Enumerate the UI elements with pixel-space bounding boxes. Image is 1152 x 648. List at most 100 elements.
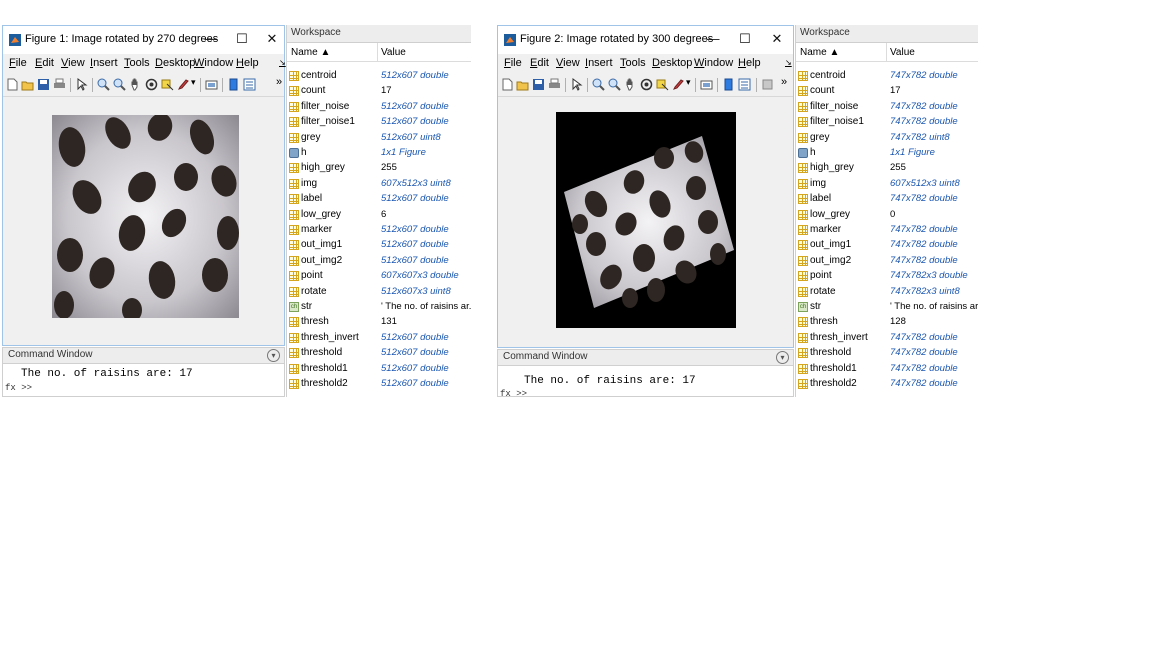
workspace-row-threshold2[interactable]: threshold2 747x782 double [796,377,978,392]
workspace-row-img[interactable]: img 607x512x3 uint8 [287,177,471,192]
workspace-row-img[interactable]: img 607x512x3 uint8 [796,177,978,192]
link-plot-icon[interactable] [700,78,713,91]
column-divider[interactable] [377,43,378,61]
column-name-header[interactable]: Name ▲ [800,47,839,58]
menu-file[interactable]: File [504,57,522,69]
menu-help[interactable]: Help [236,57,259,69]
menu-edit[interactable]: Edit [530,57,549,69]
workspace-row-grey[interactable]: grey 747x782 uint8 [796,131,978,146]
workspace-row-label[interactable]: label 747x782 double [796,192,978,207]
open-folder-icon[interactable] [21,78,34,91]
new-figure-icon[interactable] [6,78,19,91]
workspace-row-rotate[interactable]: rotate 747x782x3 uint8 [796,285,978,300]
workspace-row-str[interactable]: ch str ' The no. of raisins ar... [796,300,978,315]
menu-window[interactable]: Window [694,57,733,69]
workspace-row-filter-noise[interactable]: filter_noise 747x782 double [796,100,978,115]
workspace-row-thresh[interactable]: thresh 131 [287,315,471,330]
minimize-button[interactable]: — [702,29,724,49]
workspace-row-high-grey[interactable]: high_grey 255 [287,161,471,176]
command-window-options-icon[interactable]: ▾ [267,349,280,362]
print-icon[interactable] [548,78,561,91]
workspace-row-out-img2[interactable]: out_img2 747x782 double [796,254,978,269]
workspace-row-filter-noise1[interactable]: filter_noise1 512x607 double [287,115,471,130]
pointer-icon[interactable] [75,78,88,91]
workspace-row-thresh-invert[interactable]: thresh_invert 747x782 double [796,331,978,346]
save-icon[interactable] [532,78,545,91]
workspace-row-low-grey[interactable]: low_grey 6 [287,208,471,223]
link-plot-icon[interactable] [205,78,218,91]
workspace-row-filter-noise[interactable]: filter_noise 512x607 double [287,100,471,115]
workspace-row-low-grey[interactable]: low_grey 0 [796,208,978,223]
menu-desktop[interactable]: Desktop [155,57,195,69]
workspace-row-label[interactable]: label 512x607 double [287,192,471,207]
pan-hand-icon[interactable] [129,78,142,91]
pan-hand-icon[interactable] [624,78,637,91]
menu-insert[interactable]: Insert [90,57,118,69]
pointer-icon[interactable] [570,78,583,91]
rotate-3d-icon[interactable] [145,78,158,91]
workspace-row-rotate[interactable]: rotate 512x607x3 uint8 [287,285,471,300]
menu-view[interactable]: View [61,57,85,69]
legend-icon[interactable] [738,78,751,91]
menu-view[interactable]: View [556,57,580,69]
print-icon[interactable] [53,78,66,91]
menu-overflow-icon[interactable]: ↘ [279,58,286,67]
brush-dropdown-icon[interactable]: ▾ [686,77,691,88]
workspace-row-count[interactable]: count 17 [287,84,471,99]
toolbar-overflow-icon[interactable]: » [781,76,787,88]
workspace-row-point[interactable]: point 747x782x3 double [796,269,978,284]
workspace-row-marker[interactable]: marker 747x782 double [796,223,978,238]
data-cursor-icon[interactable] [656,78,669,91]
workspace-row-out-img1[interactable]: out_img1 747x782 double [796,238,978,253]
command-prompt[interactable]: fx >> [5,383,32,393]
workspace-row-threshold[interactable]: threshold 512x607 double [287,346,471,361]
workspace-row-point[interactable]: point 607x607x3 double [287,269,471,284]
command-prompt[interactable]: fx >> [500,389,527,396]
zoom-in-icon[interactable] [592,78,605,91]
close-button[interactable]: ✕ [261,29,283,49]
brush-icon[interactable] [672,78,685,91]
menu-insert[interactable]: Insert [585,57,613,69]
workspace-row-high-grey[interactable]: high_grey 255 [796,161,978,176]
workspace-row-thresh-invert[interactable]: thresh_invert 512x607 double [287,331,471,346]
workspace-row-h[interactable]: h 1x1 Figure [796,146,978,161]
workspace-row-thresh[interactable]: thresh 128 [796,315,978,330]
menu-desktop[interactable]: Desktop [652,57,692,69]
workspace-row-out-img2[interactable]: out_img2 512x607 double [287,254,471,269]
toolbar-overflow-icon[interactable]: » [276,76,282,88]
open-folder-icon[interactable] [516,78,529,91]
workspace-row-centroid[interactable]: centroid 747x782 double [796,69,978,84]
workspace-row-threshold1[interactable]: threshold1 512x607 double [287,362,471,377]
legend-icon[interactable] [243,78,256,91]
workspace-row-h[interactable]: h 1x1 Figure [287,146,471,161]
menu-overflow-icon[interactable]: ↘ [785,58,792,67]
brush-dropdown-icon[interactable]: ▾ [191,77,196,88]
workspace-row-threshold2[interactable]: threshold2 512x607 double [287,377,471,392]
zoom-in-icon[interactable] [97,78,110,91]
workspace-row-threshold1[interactable]: threshold1 747x782 double [796,362,978,377]
menu-tools[interactable]: Tools [124,57,150,69]
zoom-out-icon[interactable] [113,78,126,91]
command-window-options-icon[interactable]: ▾ [776,351,789,364]
workspace-row-marker[interactable]: marker 512x607 double [287,223,471,238]
property-editor-icon[interactable] [761,78,774,91]
workspace-row-filter-noise1[interactable]: filter_noise1 747x782 double [796,115,978,130]
save-icon[interactable] [37,78,50,91]
colorbar-icon[interactable] [227,78,240,91]
rotate-3d-icon[interactable] [640,78,653,91]
workspace-row-out-img1[interactable]: out_img1 512x607 double [287,238,471,253]
data-cursor-icon[interactable] [161,78,174,91]
minimize-button[interactable]: — [200,29,222,49]
menu-tools[interactable]: Tools [620,57,646,69]
column-divider[interactable] [886,43,887,61]
workspace-row-centroid[interactable]: centroid 512x607 double [287,69,471,84]
menu-edit[interactable]: Edit [35,57,54,69]
workspace-row-grey[interactable]: grey 512x607 uint8 [287,131,471,146]
menu-window[interactable]: Window [194,57,233,69]
workspace-row-str[interactable]: ch str ' The no. of raisins ar... [287,300,471,315]
brush-icon[interactable] [177,78,190,91]
column-name-header[interactable]: Name ▲ [291,47,330,58]
zoom-out-icon[interactable] [608,78,621,91]
maximize-button[interactable]: ☐ [734,29,756,49]
close-button[interactable]: ✕ [766,29,788,49]
